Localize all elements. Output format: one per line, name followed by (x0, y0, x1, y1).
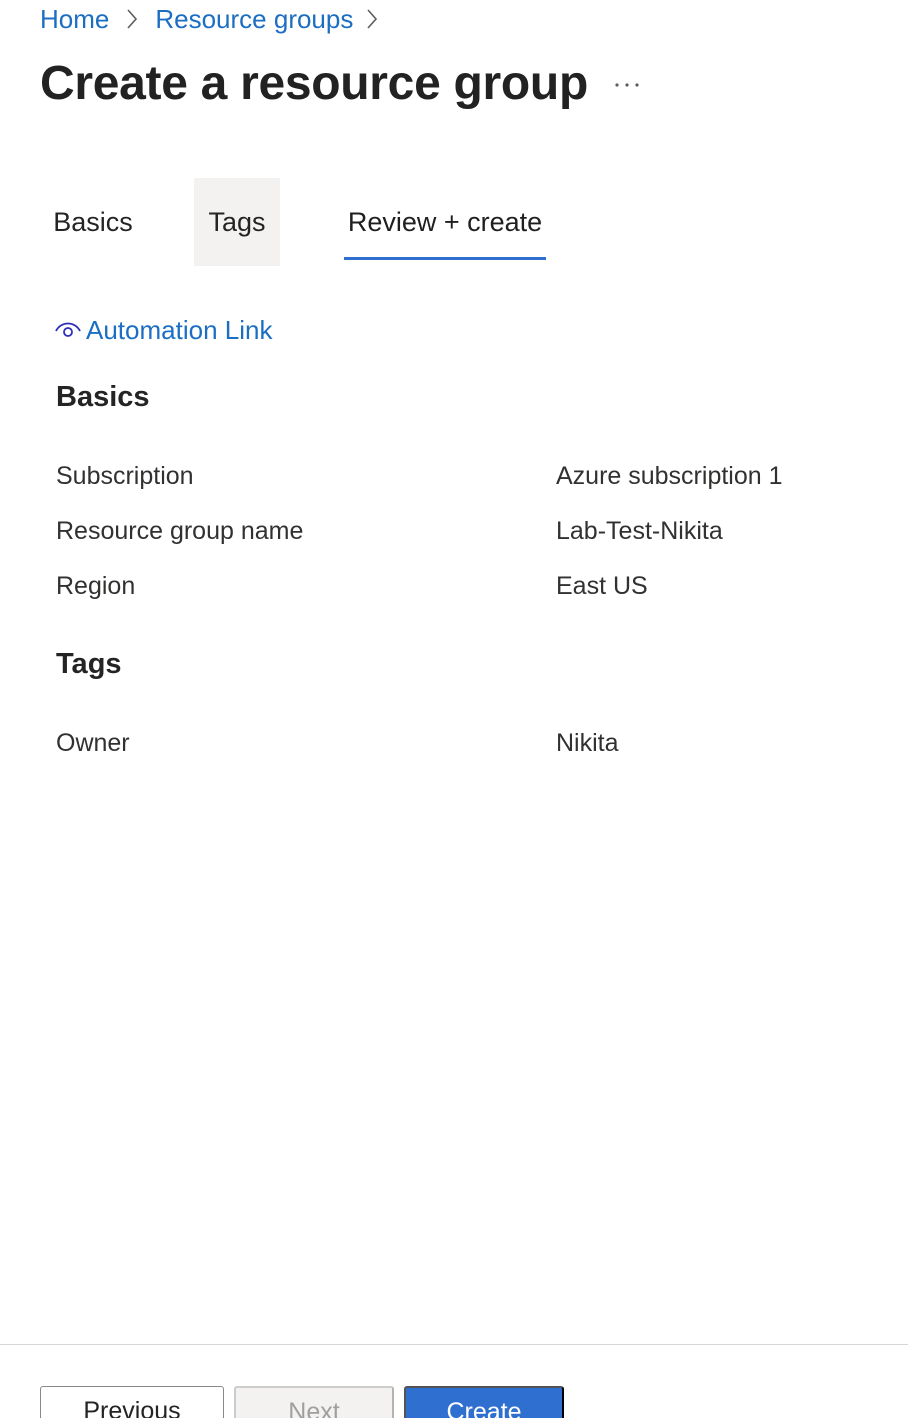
subscription-label: Subscription (56, 462, 194, 490)
tags-section-heading: Tags (56, 648, 122, 680)
create-button[interactable]: Create (404, 1386, 564, 1418)
previous-button[interactable]: Previous (40, 1386, 224, 1418)
resource-group-name-value: Lab-Test-Nikita (556, 517, 723, 545)
basics-section-heading: Basics (56, 381, 150, 413)
automation-link[interactable]: Automation Link (54, 312, 272, 348)
selected-tab-indicator (344, 257, 546, 260)
automation-link-label: Automation Link (86, 314, 273, 345)
next-button[interactable]: Next (234, 1386, 394, 1418)
region-label: Region (56, 572, 136, 600)
chevron-right-icon (353, 7, 391, 31)
subscription-value: Azure subscription 1 (556, 462, 783, 490)
tab-label: Review + create (347, 206, 543, 237)
tab-label: Tags (208, 206, 266, 237)
resource-group-name-label: Resource group name (56, 517, 304, 545)
page-title: Create a resource group (40, 57, 588, 110)
chevron-right-icon (109, 7, 155, 31)
breadcrumb-resource-groups-link[interactable]: Resource groups (155, 4, 353, 35)
owner-tag-value: Nikita (556, 729, 619, 757)
breadcrumb-home-link[interactable]: Home (40, 4, 109, 35)
eye-icon (54, 319, 84, 341)
tab-tags[interactable]: Tags (194, 178, 280, 266)
tab-basics[interactable]: Basics (40, 178, 146, 266)
footer-divider (0, 1344, 908, 1345)
region-value: East US (556, 572, 648, 600)
tab-review-create[interactable]: Review + create (340, 178, 550, 266)
tab-label: Basics (53, 206, 133, 237)
ellipsis-icon[interactable] (612, 70, 642, 100)
create-resource-group-page: Home Resource groups Create a resource g… (0, 0, 908, 1418)
owner-tag-label: Owner (56, 729, 130, 757)
breadcrumb: Home Resource groups (40, 2, 391, 36)
